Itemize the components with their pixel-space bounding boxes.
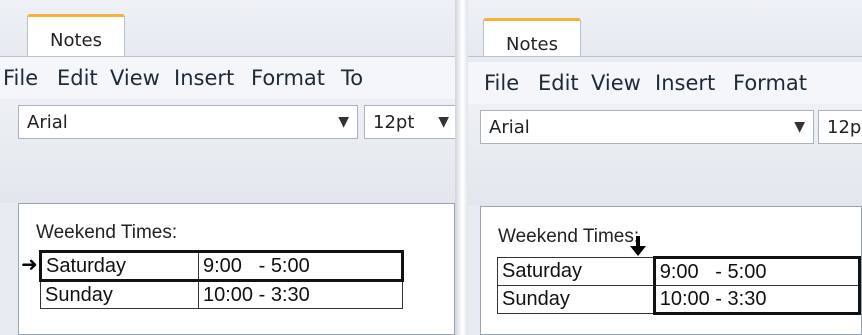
font-size-value: 12pt xyxy=(373,112,415,133)
document-heading: Weekend Times: xyxy=(36,222,178,243)
menu-format[interactable]: Format xyxy=(251,66,325,90)
table-cell-time[interactable]: 10:00 - 3:30 xyxy=(198,280,403,309)
table-row[interactable]: Sunday 10:00 - 3:30 xyxy=(497,285,862,315)
menu-edit[interactable]: Edit xyxy=(538,71,579,95)
table-cell-time[interactable]: 10:00 - 3:30 xyxy=(652,285,862,315)
menu-file[interactable]: File xyxy=(484,71,519,95)
tab-label: Notes xyxy=(50,30,102,51)
menu-edit[interactable]: Edit xyxy=(57,66,98,90)
font-family-select[interactable]: Arial ▼ xyxy=(480,110,814,144)
menu-insert[interactable]: Insert xyxy=(655,71,715,95)
tab-notes[interactable]: Notes xyxy=(483,18,581,57)
editor-panel-right: Notes File Edit View Insert Format Arial… xyxy=(468,0,862,335)
font-size-select[interactable]: 12p xyxy=(818,110,862,144)
document-area[interactable]: Weekend Times: ➜ Saturday 9:00 - 5:00 Su… xyxy=(18,203,455,335)
table-row[interactable]: Sunday 10:00 - 3:30 xyxy=(40,280,403,309)
formatting-toolbar: Arial ▼ 12p xyxy=(468,104,862,206)
table-cell-time[interactable]: 9:00 - 5:00 xyxy=(198,250,404,282)
font-size-value: 12p xyxy=(827,117,862,138)
chevron-down-icon[interactable]: ▼ xyxy=(794,119,805,135)
document-area[interactable]: Weekend Times: Saturday 9:00 - 5:00 Sund… xyxy=(480,206,862,335)
table-cell-day[interactable]: Sunday xyxy=(497,285,655,314)
chevron-down-icon[interactable]: ▼ xyxy=(338,114,349,130)
menu-bar: File Edit View Insert Format To xyxy=(0,57,455,99)
menu-insert[interactable]: Insert xyxy=(174,66,234,90)
document-heading: Weekend Times: xyxy=(498,226,640,247)
font-size-select[interactable]: 12pt ▼ xyxy=(364,105,455,139)
tab-strip: Notes xyxy=(0,0,455,57)
table-row[interactable]: Saturday 9:00 - 5:00 xyxy=(497,256,862,286)
tab-label: Notes xyxy=(506,34,558,55)
font-family-value: Arial xyxy=(489,117,530,138)
menu-bar: File Edit View Insert Format xyxy=(468,62,862,104)
table-cell-day[interactable]: Saturday xyxy=(497,257,655,286)
editor-panel-left: Notes File Edit View Insert Format To Ar… xyxy=(0,0,455,335)
times-table[interactable]: Saturday 9:00 - 5:00 Sunday 10:00 - 3:30 xyxy=(39,250,404,309)
menu-file[interactable]: File xyxy=(3,66,38,90)
table-cell-day[interactable]: Saturday xyxy=(39,250,199,282)
column-selector-arrow-icon[interactable] xyxy=(627,236,649,258)
table-cell-day[interactable]: Sunday xyxy=(40,280,199,309)
chevron-down-icon[interactable]: ▼ xyxy=(438,114,449,130)
tab-strip: Notes xyxy=(468,0,862,57)
menu-format[interactable]: Format xyxy=(733,71,807,95)
menu-view[interactable]: View xyxy=(591,71,641,95)
panel-divider xyxy=(455,0,468,335)
font-family-select[interactable]: Arial ▼ xyxy=(18,105,358,139)
table-row[interactable]: Saturday 9:00 - 5:00 xyxy=(39,250,404,282)
formatting-toolbar: Arial ▼ 12pt ▼ xyxy=(0,99,455,203)
table-cell-time[interactable]: 9:00 - 5:00 xyxy=(652,256,862,286)
row-selector-arrow-icon[interactable]: ➜ xyxy=(21,252,38,276)
times-table[interactable]: Saturday 9:00 - 5:00 Sunday 10:00 - 3:30 xyxy=(497,256,862,315)
font-family-value: Arial xyxy=(27,112,68,133)
menu-tools[interactable]: To xyxy=(341,66,363,90)
tab-notes[interactable]: Notes xyxy=(27,14,125,57)
menu-view[interactable]: View xyxy=(110,66,160,90)
tab-divider xyxy=(468,56,862,57)
